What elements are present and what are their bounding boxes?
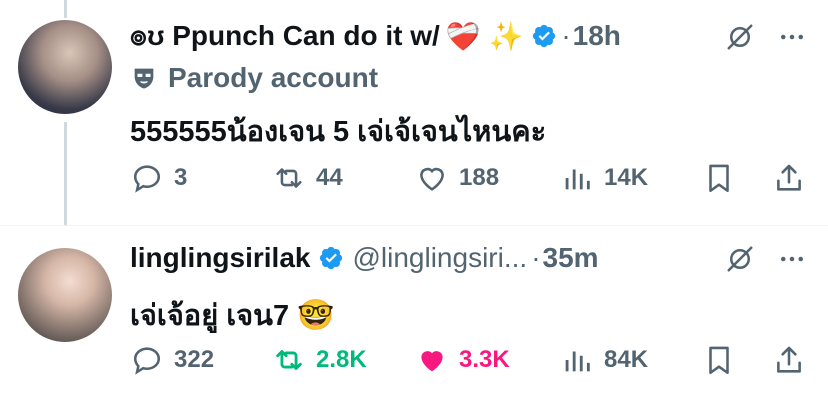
timestamp[interactable]: 18h (573, 20, 621, 52)
like-count: 188 (459, 164, 500, 191)
grok-icon[interactable] (725, 244, 755, 274)
separator-dot: · (561, 20, 571, 51)
tweet-header: linglingsirilak @linglingsiri... · 35m (130, 240, 599, 276)
author-name[interactable]: linglingsirilak (130, 242, 310, 274)
more-icon[interactable] (777, 22, 807, 52)
repost-button[interactable]: 2.8K (272, 340, 367, 380)
avatar[interactable] (18, 248, 112, 342)
bookmark-button[interactable] (702, 158, 736, 198)
repost-button[interactable]: 44 (272, 158, 343, 198)
author-handle[interactable]: @linglingsiri... (352, 242, 527, 274)
tweet-header: ๏ʊ Ppunch Can do it w/ ❤️‍🩹 ✨ · 18h (130, 18, 621, 54)
separator-dot: · (531, 242, 541, 273)
tweet[interactable]: linglingsirilak @linglingsiri... · 35m เ… (0, 226, 828, 403)
timestamp[interactable]: 35m (543, 242, 599, 274)
like-button[interactable]: 3.3K (415, 340, 510, 380)
verified-badge-icon (533, 24, 556, 48)
repost-icon (276, 350, 302, 370)
views-icon (565, 351, 590, 372)
more-icon[interactable] (777, 244, 807, 274)
nerd-face-emoji: 🤓 (297, 298, 335, 332)
view-count: 14K (604, 164, 649, 191)
share-button[interactable] (772, 158, 806, 198)
share-button[interactable] (772, 340, 806, 380)
tweet-text-body: เจ่เจ้อยู่ เจน7 (130, 300, 290, 332)
view-count: 84K (604, 346, 649, 373)
like-button[interactable]: 188 (415, 158, 499, 198)
name-emojis: ❤️‍🩹 ✨ (445, 20, 524, 52)
grok-icon[interactable] (725, 22, 755, 52)
reply-button[interactable]: 3 (130, 158, 187, 198)
views-button[interactable]: 14K (560, 158, 648, 198)
tweet[interactable]: ๏ʊ Ppunch Can do it w/ ❤️‍🩹 ✨ · 18h Paro… (0, 0, 828, 200)
like-count: 3.3K (459, 346, 510, 373)
parody-mask-icon (134, 68, 154, 89)
share-icon (777, 346, 801, 373)
author-name[interactable]: ๏ʊ Ppunch Can do it w/ (130, 14, 440, 58)
reply-icon (133, 165, 161, 193)
share-icon (777, 164, 801, 191)
parody-label: Parody account (130, 60, 378, 96)
views-button[interactable]: 84K (560, 340, 648, 380)
reply-button[interactable]: 322 (130, 340, 214, 380)
avatar[interactable] (18, 20, 112, 114)
bookmark-icon (709, 164, 729, 193)
views-icon (565, 169, 590, 190)
reply-count: 322 (174, 346, 215, 373)
like-icon (421, 351, 443, 372)
tweet-text: เจ่เจ้อยู่ เจน7 🤓 (130, 292, 335, 338)
tweet-text: 555555น้องเจน 5 เจ่เจ้เจนไหนคะ (130, 116, 547, 148)
repost-count: 44 (316, 164, 343, 191)
reply-icon (133, 347, 161, 375)
reply-count: 3 (174, 164, 188, 191)
repost-icon (276, 168, 302, 188)
parody-text: Parody account (168, 62, 379, 93)
verified-badge-icon (320, 246, 343, 270)
repost-count: 2.8K (316, 346, 367, 373)
like-icon (420, 167, 444, 191)
bookmark-button[interactable] (702, 340, 736, 380)
bookmark-icon (709, 346, 729, 375)
